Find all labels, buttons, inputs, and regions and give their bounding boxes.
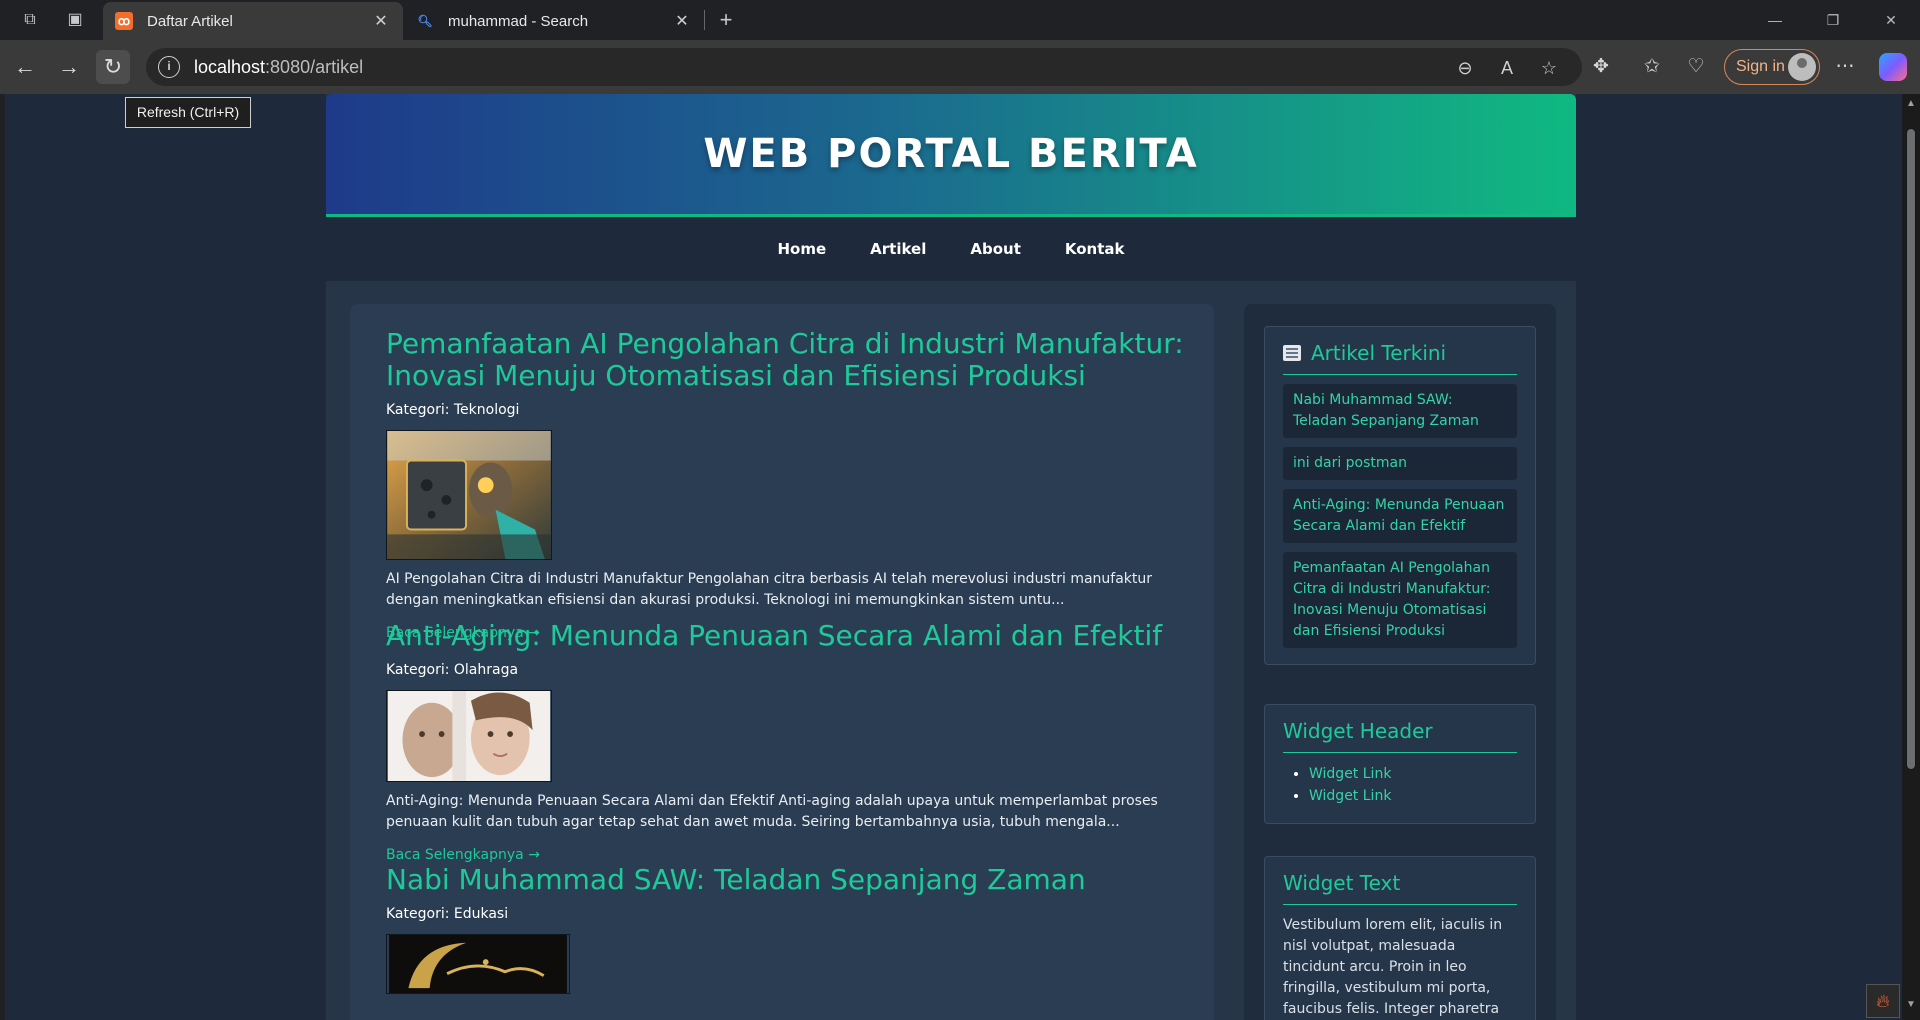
scroll-down-icon[interactable]: ▼ bbox=[1906, 999, 1916, 1010]
main-nav: Home Artikel About Kontak bbox=[326, 217, 1576, 281]
address-bar[interactable]: i localhost:8080/artikel ⊖ A ☆ bbox=[146, 48, 1582, 86]
article-title[interactable]: Nabi Muhammad SAW: Teladan Sepanjang Zam… bbox=[386, 864, 1186, 896]
recent-article-link[interactable]: ini dari postman bbox=[1283, 447, 1517, 480]
read-more-link[interactable]: Baca Selengkapnya → bbox=[386, 847, 1186, 863]
article-thumbnail-ai-robot bbox=[386, 430, 552, 560]
minimize-icon[interactable]: — bbox=[1752, 6, 1798, 34]
widget-link[interactable]: Widget Link bbox=[1309, 763, 1517, 785]
close-icon[interactable]: ✕ bbox=[672, 11, 692, 31]
favorite-star-icon[interactable]: ☆ bbox=[1538, 57, 1560, 79]
extensions-icon[interactable]: ✥ bbox=[1588, 54, 1614, 80]
article-item: Pemanfaatan AI Pengolahan Citra di Indus… bbox=[386, 328, 1186, 641]
tab-daftar-artikel[interactable]: ꝏ Daftar Artikel ✕ bbox=[103, 2, 403, 40]
favorites-icon[interactable]: ✩ bbox=[1639, 54, 1665, 80]
recent-article-link[interactable]: Pemanfaatan AI Pengolahan Citra di Indus… bbox=[1283, 552, 1517, 648]
sign-in-label: Sign in bbox=[1736, 58, 1785, 75]
widget-link[interactable]: Widget Link bbox=[1309, 785, 1517, 807]
newspaper-icon bbox=[1283, 345, 1301, 361]
article-item: Nabi Muhammad SAW: Teladan Sepanjang Zam… bbox=[386, 864, 1186, 999]
sidebar: Artikel Terkini Nabi Muhammad SAW: Telad… bbox=[1244, 304, 1556, 1020]
widget-link-list: Widget Link Widget Link bbox=[1283, 763, 1517, 807]
more-options-icon[interactable]: ⋯ bbox=[1832, 54, 1858, 80]
tab-title: Daftar Artikel bbox=[147, 12, 233, 30]
article-category: Kategori: Edukasi bbox=[386, 906, 509, 922]
widget-text-box: Widget Text Vestibulum lorem elit, iacul… bbox=[1264, 856, 1536, 1020]
new-tab-button[interactable]: + bbox=[712, 8, 740, 32]
scroll-up-icon[interactable]: ▲ bbox=[1906, 98, 1916, 109]
avatar bbox=[1788, 53, 1816, 81]
recent-article-link[interactable]: Anti-Aging: Menunda Penuaan Secara Alami… bbox=[1283, 489, 1517, 543]
page-viewport: WEB PORTAL BERITA Home Artikel About Kon… bbox=[5, 94, 1902, 1020]
copilot-icon[interactable] bbox=[1879, 53, 1907, 81]
tab-divider bbox=[704, 10, 705, 30]
flame-icon[interactable]: 🔥︎ bbox=[1866, 984, 1900, 1018]
refresh-tooltip: Refresh (Ctrl+R) bbox=[125, 97, 251, 128]
sign-in-button[interactable]: Sign in bbox=[1724, 49, 1820, 85]
article-title[interactable]: Pemanfaatan AI Pengolahan Citra di Indus… bbox=[386, 328, 1186, 392]
close-icon[interactable]: ✕ bbox=[371, 11, 391, 31]
article-title[interactable]: Anti-Aging: Menunda Penuaan Secara Alami… bbox=[386, 620, 1186, 652]
widget-title: Artikel Terkini bbox=[1283, 341, 1517, 375]
widget-title: Widget Text bbox=[1283, 871, 1517, 905]
page-scrollbar[interactable]: ▲ ▼ bbox=[1902, 94, 1920, 1020]
article-item: Anti-Aging: Menunda Penuaan Secara Alami… bbox=[386, 620, 1186, 863]
read-aloud-icon[interactable]: A bbox=[1496, 57, 1518, 79]
tab-actions-icon[interactable]: ▣ bbox=[61, 8, 89, 32]
zoom-icon[interactable]: ⊖ bbox=[1454, 57, 1476, 79]
refresh-icon[interactable]: ↻ bbox=[96, 50, 130, 84]
tab-search[interactable]: 🔍︎ muhammad - Search ✕ bbox=[404, 2, 704, 40]
nav-artikel[interactable]: Artikel bbox=[848, 240, 948, 258]
xampp-icon: ꝏ bbox=[115, 12, 133, 30]
nav-kontak[interactable]: Kontak bbox=[1043, 240, 1147, 258]
window-close-icon[interactable]: ✕ bbox=[1868, 6, 1914, 34]
tab-title: muhammad - Search bbox=[448, 12, 589, 30]
article-excerpt: AI Pengolahan Citra di Industri Manufakt… bbox=[386, 571, 1153, 608]
tab-bar: ⧉ ▣ ꝏ Daftar Artikel ✕ 🔍︎ muhammad - Sea… bbox=[0, 0, 1920, 40]
workspaces-icon[interactable]: ⧉ bbox=[16, 8, 44, 32]
browser-essentials-icon[interactable]: ♡ bbox=[1683, 54, 1709, 80]
recent-article-link[interactable]: Nabi Muhammad SAW: Teladan Sepanjang Zam… bbox=[1283, 384, 1517, 438]
back-arrow-icon[interactable]: ← bbox=[8, 50, 42, 84]
nav-home[interactable]: Home bbox=[755, 240, 848, 258]
article-category: Kategori: Teknologi bbox=[386, 402, 520, 418]
article-excerpt: Anti-Aging: Menunda Penuaan Secara Alami… bbox=[386, 793, 1158, 830]
widget-title: Widget Header bbox=[1283, 719, 1517, 753]
scrollbar-thumb[interactable] bbox=[1906, 128, 1916, 770]
widget-header-box: Widget Header Widget Link Widget Link bbox=[1264, 704, 1536, 824]
widget-text: Vestibulum lorem elit, iaculis in nisl v… bbox=[1283, 917, 1503, 1017]
nav-about[interactable]: About bbox=[948, 240, 1043, 258]
address-url[interactable]: localhost:8080/artikel bbox=[194, 57, 363, 78]
recent-articles-widget: Artikel Terkini Nabi Muhammad SAW: Telad… bbox=[1264, 326, 1536, 665]
forward-arrow-icon[interactable]: → bbox=[52, 50, 86, 84]
restore-icon[interactable]: ❐ bbox=[1810, 6, 1856, 34]
browser-toolbar: ← → ↻ i localhost:8080/artikel ⊖ A ☆ ✥ ✩… bbox=[0, 40, 1920, 94]
site-info-icon[interactable]: i bbox=[158, 56, 180, 78]
search-icon: 🔍︎ bbox=[417, 14, 433, 28]
site-title: WEB PORTAL BERITA bbox=[703, 131, 1199, 177]
article-thumbnail-calligraphy bbox=[386, 934, 570, 994]
article-category: Kategori: Olahraga bbox=[386, 662, 519, 678]
article-list: Pemanfaatan AI Pengolahan Citra di Indus… bbox=[350, 304, 1214, 1020]
article-thumbnail-face bbox=[386, 690, 552, 782]
site-container: WEB PORTAL BERITA Home Artikel About Kon… bbox=[326, 94, 1576, 1020]
site-header: WEB PORTAL BERITA bbox=[326, 94, 1576, 214]
